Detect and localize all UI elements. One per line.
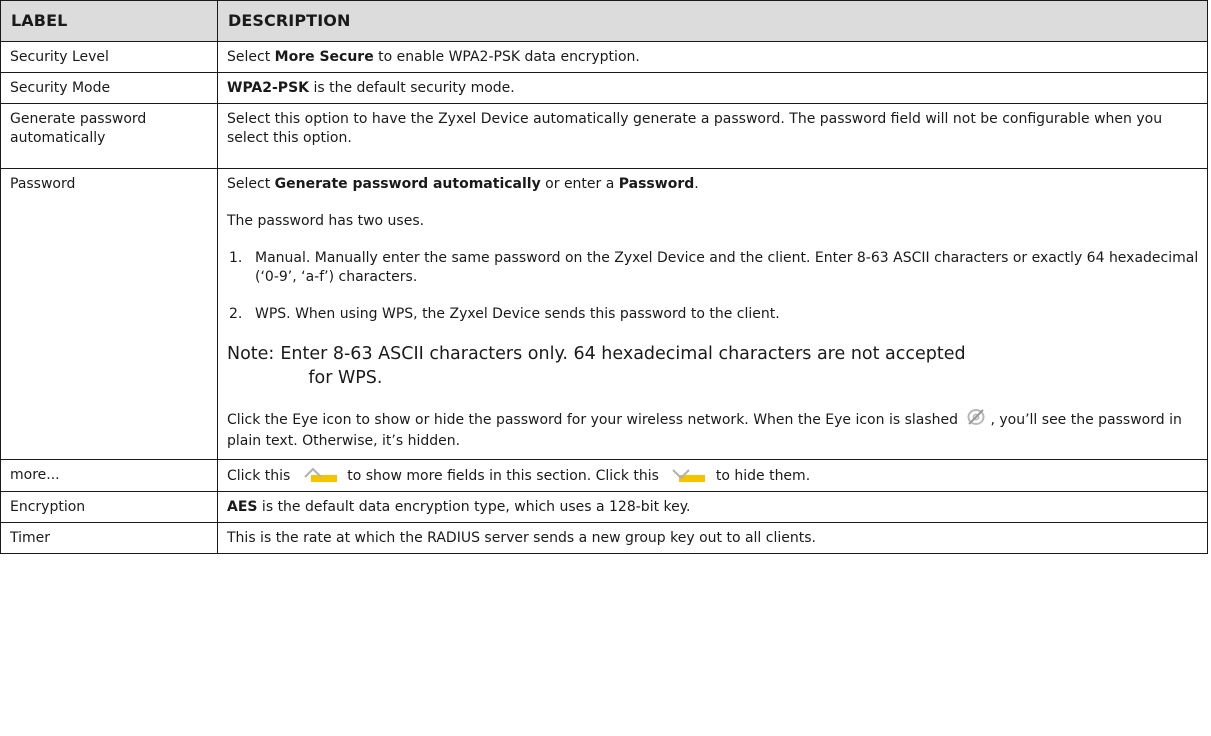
row-label-generate-password: Generate password automatically bbox=[0, 103, 218, 169]
text: Click the Eye icon to show or hide the p… bbox=[227, 412, 963, 428]
bold-term: Password bbox=[618, 176, 695, 192]
paragraph: Click the Eye icon to show or hide the p… bbox=[227, 408, 1200, 451]
table-row: Security Level Select More Secure to ena… bbox=[0, 41, 1208, 73]
text: Select bbox=[227, 176, 275, 192]
row-description-security-level: Select More Secure to enable WPA2-PSK da… bbox=[217, 41, 1208, 73]
text: Click this bbox=[227, 468, 295, 484]
note-line: Enter 8-63 ASCII characters only. 64 hex… bbox=[280, 344, 966, 364]
list-text: WPS. When using WPS, the Zyxel Device se… bbox=[255, 306, 780, 322]
header-label: LABEL bbox=[0, 0, 218, 42]
text: to hide them. bbox=[711, 468, 811, 484]
table-row: Password Select Generate password automa… bbox=[0, 168, 1208, 460]
table-row: Timer This is the rate at which the RADI… bbox=[0, 522, 1208, 554]
row-description-timer: This is the rate at which the RADIUS ser… bbox=[217, 522, 1208, 554]
row-label-security-mode: Security Mode bbox=[0, 72, 218, 104]
row-description-generate-password: Select this option to have the Zyxel Dev… bbox=[217, 103, 1208, 169]
text: or enter a bbox=[540, 176, 619, 192]
text: to show more fields in this section. Cli… bbox=[342, 468, 664, 484]
paragraph: The password has two uses. bbox=[227, 213, 425, 229]
row-description-encryption: AES is the default data encryption type,… bbox=[217, 491, 1208, 523]
table-row: more... Click this to show more fields i… bbox=[0, 459, 1208, 492]
list-item: 1. Manual. Manually enter the same passw… bbox=[227, 249, 1200, 287]
expand-up-arrow-icon bbox=[301, 466, 337, 484]
text: Select bbox=[227, 49, 275, 65]
list-number: 1. bbox=[229, 250, 243, 266]
row-label-encryption: Encryption bbox=[0, 491, 218, 523]
text: . bbox=[694, 176, 699, 192]
table-row: Security Mode WPA2-PSK is the default se… bbox=[0, 72, 1208, 104]
list-text: Manual. Manually enter the same password… bbox=[255, 250, 1199, 285]
list-item: 2. WPS. When using WPS, the Zyxel Device… bbox=[227, 305, 1200, 324]
label-description-table: LABEL DESCRIPTION Security Level Select … bbox=[0, 0, 1208, 554]
bold-term: AES bbox=[227, 499, 258, 515]
header-description: DESCRIPTION bbox=[217, 0, 1208, 42]
row-label-password: Password bbox=[0, 168, 218, 460]
paragraph: Select Generate password automatically o… bbox=[227, 175, 1200, 194]
row-label-more: more... bbox=[0, 459, 218, 492]
note-text: Enter 8-63 ASCII characters only. 64 hex… bbox=[280, 342, 1200, 390]
table-row: Generate password automatically Select t… bbox=[0, 103, 1208, 169]
text: is the default data encryption type, whi… bbox=[257, 499, 691, 515]
note: Note: Enter 8-63 ASCII characters only. … bbox=[227, 342, 1200, 390]
bold-term: More Secure bbox=[274, 49, 374, 65]
note-label: Note: bbox=[227, 344, 275, 364]
collapse-down-arrow-icon bbox=[669, 466, 706, 484]
row-label-timer: Timer bbox=[0, 522, 218, 554]
bold-term: Generate password automatically bbox=[274, 176, 541, 192]
bold-term: WPA2-PSK bbox=[227, 80, 309, 96]
table-header-row: LABEL DESCRIPTION bbox=[0, 0, 1208, 42]
text: to enable WPA2-PSK data encryption. bbox=[373, 49, 640, 65]
list-number: 2. bbox=[229, 306, 243, 322]
text: is the default security mode. bbox=[309, 80, 515, 96]
note-line: for WPS. bbox=[308, 368, 383, 388]
eye-slash-icon bbox=[966, 408, 986, 432]
label-text: Generate password automatically bbox=[10, 111, 147, 146]
table-row: Encryption AES is the default data encry… bbox=[0, 491, 1208, 523]
row-description-password: Select Generate password automatically o… bbox=[217, 168, 1208, 460]
row-description-more: Click this to show more fields in this s… bbox=[217, 459, 1208, 492]
row-description-security-mode: WPA2-PSK is the default security mode. bbox=[217, 72, 1208, 104]
row-label-security-level: Security Level bbox=[0, 41, 218, 73]
